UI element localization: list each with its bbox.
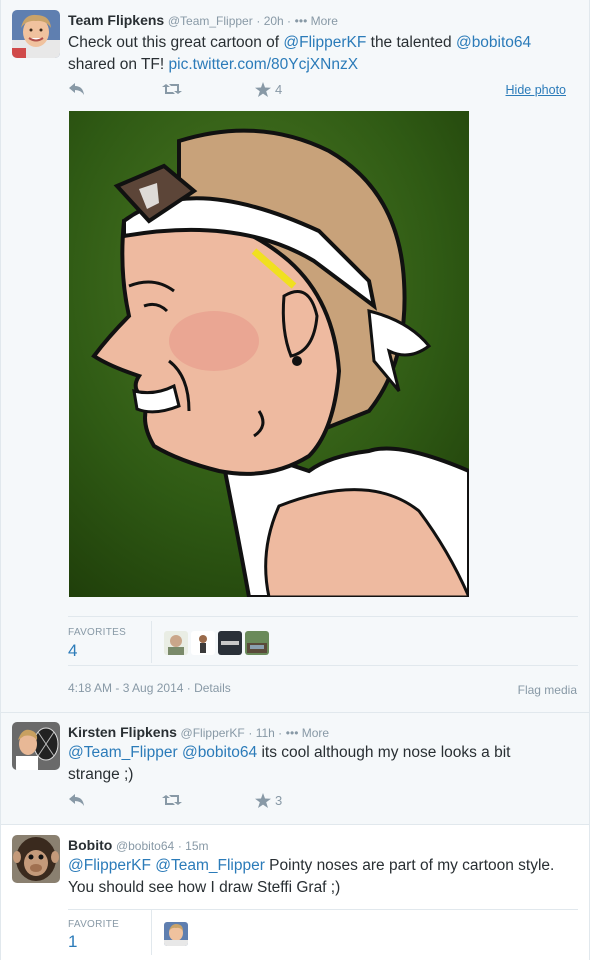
handle[interactable]: @FlipperKF	[181, 726, 245, 740]
tweet-header: Team Flipkens @Team_Flipper · 20h · ••• …	[68, 12, 338, 28]
timestamp-short[interactable]: · 20h ·	[256, 14, 291, 28]
favoriter-avatars	[164, 922, 188, 946]
hide-photo-link[interactable]: Hide photo	[506, 83, 566, 97]
stats-divider	[151, 621, 152, 663]
mention-link[interactable]: @bobito64	[456, 34, 531, 51]
favoriter-avatar[interactable]	[218, 631, 242, 655]
display-name[interactable]: Bobito	[68, 837, 112, 853]
more-menu[interactable]: ••• More	[295, 14, 338, 28]
handle[interactable]: @bobito64	[116, 839, 174, 853]
tweet-timestamp[interactable]: 4:18 AM - 3 Aug 2014 · Details	[68, 681, 231, 695]
avatar[interactable]	[12, 10, 60, 58]
handle[interactable]: @Team_Flipper	[168, 14, 253, 28]
tweet-bobito[interactable]: Bobito @bobito64 · 15m @FlipperKF @Team_…	[0, 825, 590, 960]
favoriter-avatar[interactable]	[164, 631, 188, 655]
favorite-count: 4	[275, 82, 283, 97]
favorite-star-icon	[255, 793, 271, 808]
favoriter-avatar[interactable]	[164, 922, 188, 946]
timestamp-short[interactable]: · 15m	[178, 839, 209, 853]
tweet-header: Bobito @bobito64 · 15m	[68, 837, 209, 853]
favorite-label: FAVORITE	[68, 919, 120, 930]
stats-divider	[151, 910, 152, 955]
text-segment: the talented	[366, 34, 456, 51]
tweet-kirsten-flipkens[interactable]: Kirsten Flipkens @FlipperKF · 11h · ••• …	[0, 713, 590, 825]
reply-button[interactable]	[68, 82, 86, 96]
favorite-count[interactable]: 1	[68, 932, 77, 952]
favoriter-avatars	[164, 631, 269, 655]
retweet-button[interactable]	[162, 82, 182, 96]
tweet-text: Check out this great cartoon of @Flipper…	[68, 32, 568, 76]
reply-icon	[68, 793, 86, 807]
flag-media-link[interactable]: Flag media	[518, 683, 577, 697]
text-segment: Check out this great cartoon of	[68, 34, 284, 51]
reply-icon	[68, 82, 86, 96]
favorites-label: FAVORITES	[68, 627, 127, 638]
favorites-stats: FAVORITES 4	[68, 616, 578, 666]
favorite-count: 3	[275, 793, 283, 808]
favorites-count[interactable]: 4	[68, 641, 77, 661]
mention-link[interactable]: @FlipperKF	[283, 34, 366, 51]
mention-link[interactable]: @Team_Flipper	[155, 857, 265, 874]
tweet-text: @Team_Flipper @bobito64 its cool althoug…	[68, 742, 558, 786]
display-name[interactable]: Kirsten Flipkens	[68, 724, 177, 740]
retweet-icon	[162, 82, 182, 96]
avatar[interactable]	[12, 835, 60, 883]
tweet-text: @FlipperKF @Team_Flipper Pointy noses ar…	[68, 855, 558, 899]
favorite-stats: FAVORITE 1	[68, 909, 578, 960]
tweet-actions: 4 Hide photo	[68, 82, 578, 100]
retweet-icon	[162, 793, 182, 807]
timestamp-short[interactable]: · 11h ·	[248, 726, 282, 740]
text-segment: shared on TF!	[68, 56, 169, 73]
display-name[interactable]: Team Flipkens	[68, 12, 164, 28]
reply-button[interactable]	[68, 793, 86, 807]
favorite-button[interactable]: 4	[255, 82, 282, 97]
media-link[interactable]: pic.twitter.com/80YcjXNnzX	[169, 56, 359, 73]
retweet-button[interactable]	[162, 793, 182, 807]
favoriter-avatar[interactable]	[245, 631, 269, 655]
favoriter-avatar[interactable]	[191, 631, 215, 655]
favorite-button[interactable]: 3	[255, 793, 282, 808]
mention-link[interactable]: @bobito64	[182, 744, 257, 761]
more-menu[interactable]: ••• More	[286, 726, 329, 740]
tweet-team-flipkens[interactable]: Team Flipkens @Team_Flipper · 20h · ••• …	[0, 0, 590, 713]
mention-link[interactable]: @Team_Flipper	[68, 744, 178, 761]
avatar[interactable]	[12, 722, 60, 770]
tweet-actions: 3	[68, 793, 578, 811]
favorite-star-icon	[255, 82, 271, 97]
mention-link[interactable]: @FlipperKF	[68, 857, 151, 874]
cartoon-photo[interactable]	[69, 111, 469, 597]
tweet-header: Kirsten Flipkens @FlipperKF · 11h · ••• …	[68, 724, 329, 740]
